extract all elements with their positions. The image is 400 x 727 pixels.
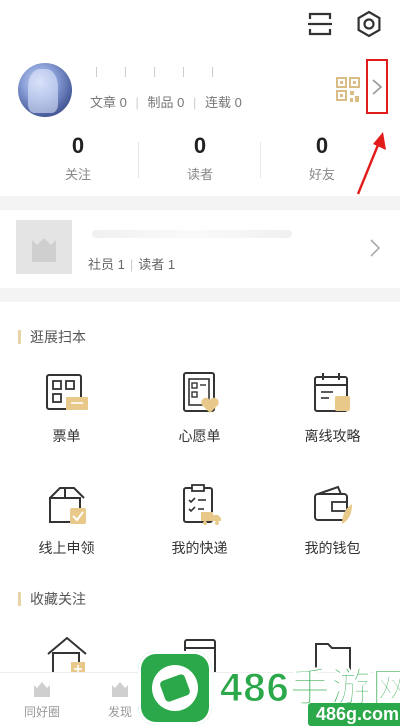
- stat-serials-value: 0: [234, 95, 242, 110]
- tile-online-claim-label: 线上申领: [38, 540, 95, 556]
- profile-detail-chevron-highlight[interactable]: [366, 59, 388, 114]
- readers-count-label: 读者: [186, 167, 213, 182]
- section-title-exhibition: 逛展扫本: [18, 328, 86, 346]
- stat-articles-value: 0: [119, 95, 127, 110]
- divider: [138, 142, 139, 178]
- club-thumbnail: [16, 220, 72, 274]
- tile-wallet[interactable]: 我的钱包: [266, 484, 399, 558]
- club-readers: 读者 1: [138, 257, 176, 272]
- content-stats: 文章 0 | 制品 0 | 连载 0: [90, 95, 242, 110]
- friends-count[interactable]: 0 好友: [262, 132, 382, 183]
- divider: [260, 142, 261, 178]
- watermark-url: 486g.com: [308, 703, 400, 726]
- readers-count[interactable]: 0 读者: [140, 132, 260, 183]
- club-members: 社员 1: [88, 257, 125, 272]
- wallet-icon: [313, 485, 352, 524]
- readers-count-value: 0: [193, 133, 207, 158]
- profile-card: 文章 0 | 制品 0 | 连载 0 0 关注 0 读者 0 好友: [0, 50, 400, 196]
- stat-works-label: 制品: [147, 95, 174, 110]
- circle-icon: [34, 682, 50, 697]
- settings-gear-icon[interactable]: [355, 10, 383, 38]
- chevron-right-icon: [370, 239, 381, 257]
- nav-circle[interactable]: 同好圈: [12, 677, 72, 720]
- friends-count-value: 0: [315, 133, 329, 158]
- tile-ticket-label: 票单: [52, 428, 81, 444]
- delivery-icon: [182, 484, 221, 525]
- tile-delivery-label: 我的快递: [171, 540, 228, 556]
- discover-icon: [112, 682, 128, 697]
- wishlist-icon: [182, 372, 219, 413]
- qr-code-icon[interactable]: [336, 77, 360, 103]
- following-count-value: 0: [71, 133, 85, 158]
- section-title-favorites: 收藏关注: [18, 590, 86, 608]
- online-claim-icon: [48, 487, 86, 524]
- offline-guide-icon: [313, 373, 350, 412]
- friends-count-label: 好友: [308, 167, 335, 182]
- stat-serials-label: 连载: [205, 95, 232, 110]
- tile-wallet-label: 我的钱包: [304, 540, 361, 556]
- scan-icon[interactable]: [306, 10, 334, 38]
- tile-offline-guide[interactable]: 离线攻略: [266, 372, 399, 446]
- club-card[interactable]: 社员 1 | 读者 1: [0, 210, 400, 288]
- club-stats: 社员 1 | 读者 1: [88, 257, 176, 272]
- tile-wishlist-label: 心愿单: [178, 428, 221, 444]
- following-count-label: 关注: [64, 167, 91, 182]
- site-watermark: 486手游网 486g.com: [138, 645, 400, 727]
- tile-delivery[interactable]: 我的快递: [133, 484, 266, 558]
- tile-online-claim[interactable]: 线上申领: [0, 484, 133, 558]
- following-count[interactable]: 0 关注: [18, 132, 138, 183]
- tile-ticket[interactable]: 票单: [0, 372, 133, 446]
- stat-works-value: 0: [177, 95, 185, 110]
- username-placeholder: [96, 64, 256, 77]
- tile-wishlist[interactable]: 心愿单: [133, 372, 266, 446]
- top-bar: [0, 0, 400, 50]
- club-name-placeholder: [92, 230, 292, 238]
- follow-counts: 0 关注 0 读者 0 好友: [0, 132, 400, 182]
- club-placeholder-icon: [32, 238, 56, 262]
- tile-offline-guide-label: 离线攻略: [304, 428, 361, 444]
- chevron-right-icon: [372, 79, 383, 95]
- stat-articles-label: 文章: [90, 95, 117, 110]
- watermark-logo: [138, 651, 212, 725]
- nav-circle-label: 同好圈: [23, 705, 60, 719]
- nav-discover-label: 发现: [107, 705, 132, 719]
- avatar[interactable]: [18, 63, 72, 117]
- ticket-icon: [45, 374, 88, 410]
